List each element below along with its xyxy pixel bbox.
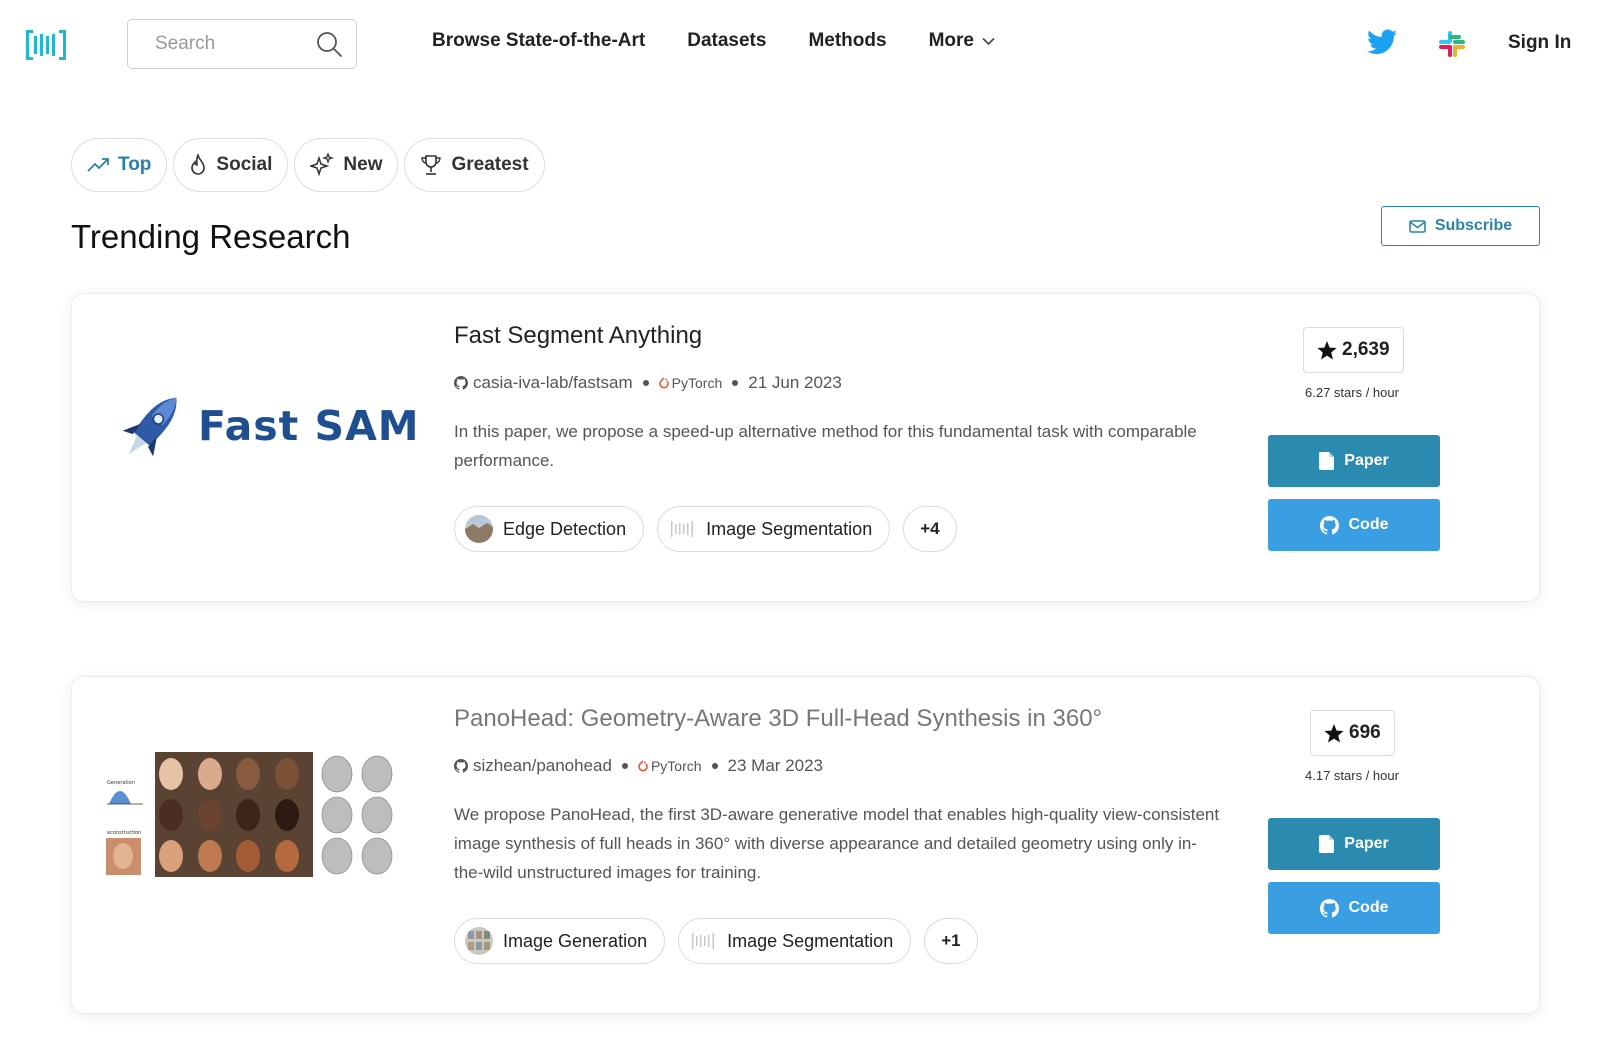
tab-greatest-label: Greatest	[451, 154, 529, 175]
task-tag-edge-detection[interactable]: Edge Detection	[454, 506, 645, 552]
task-tag-image-generation[interactable]: Image Generation	[454, 918, 666, 964]
paper-button-label: Paper	[1344, 835, 1389, 852]
task-tag-label: Image Generation	[503, 930, 648, 951]
flame-icon	[191, 154, 206, 175]
subscribe-label: Subscribe	[1434, 217, 1513, 234]
task-tags: Image Generation Image Segmentation +1	[454, 918, 991, 964]
tab-top-label: Top	[118, 154, 152, 175]
main-nav: Browse State-of-the-Art Datasets Methods…	[432, 30, 1037, 52]
nav-more[interactable]: More	[929, 30, 995, 52]
stars-rate: 6.27 stars / hour	[1305, 385, 1399, 400]
paperswithcode-logo[interactable]	[26, 28, 66, 62]
sparkle-icon	[310, 153, 335, 177]
slack-icon[interactable]	[1437, 29, 1467, 59]
nav-more-label: More	[928, 30, 974, 51]
document-icon	[1319, 835, 1335, 853]
framework-badge: PyTorch	[638, 758, 702, 774]
task-tags: Edge Detection Image Segmentation +4	[454, 506, 970, 552]
stars-count: 696	[1349, 722, 1381, 743]
star-icon	[1317, 340, 1337, 359]
tab-greatest[interactable]: Greatest	[404, 138, 545, 192]
task-tag-label: Edge Detection	[503, 518, 627, 539]
nav-methods[interactable]: Methods	[808, 30, 886, 52]
framework-label: PyTorch	[650, 758, 702, 774]
sign-in-link[interactable]: Sign In	[1508, 32, 1571, 54]
tab-top[interactable]: Top	[71, 138, 168, 192]
more-tags-button[interactable]: +4	[903, 506, 957, 552]
paper-meta: sizhean/panohead PyTorch 23 Mar 2023	[454, 756, 823, 776]
github-stars-badge[interactable]: 2,639	[1303, 327, 1404, 373]
document-icon	[1319, 452, 1335, 470]
paper-button[interactable]: Paper	[1268, 818, 1440, 870]
top-navbar: Browse State-of-the-Art Datasets Methods…	[0, 0, 1600, 88]
github-icon	[1319, 515, 1339, 535]
thumbnail-title: Fast SAM	[198, 402, 420, 450]
task-tag-label: Image Segmentation	[727, 930, 894, 951]
paper-card: Generation econstruction PanoHead: Geome…	[71, 676, 1540, 1014]
paper-title-link[interactable]: PanoHead: Geometry-Aware 3D Full-Head Sy…	[454, 705, 1102, 733]
task-tag-image-segmentation[interactable]: Image Segmentation	[657, 506, 891, 552]
trending-icon	[87, 158, 109, 172]
task-thumbnail-icon	[465, 927, 493, 955]
separator-dot	[732, 380, 739, 386]
placeholder-logo-icon	[671, 521, 694, 537]
twitter-icon[interactable]	[1367, 29, 1397, 55]
paper-abstract: We propose PanoHead, the first 3D-aware …	[454, 805, 1220, 882]
code-button-label: Code	[1348, 516, 1389, 533]
trophy-icon	[421, 155, 442, 175]
paper-thumbnail-fastsam[interactable]: Fast SAM	[110, 384, 419, 474]
pytorch-icon	[658, 377, 669, 389]
separator-dot	[711, 763, 718, 769]
paper-button[interactable]: Paper	[1268, 435, 1440, 487]
github-icon	[454, 376, 468, 390]
paper-button-label: Paper	[1344, 452, 1389, 469]
task-tag-label: Image Segmentation	[706, 518, 873, 539]
github-icon	[1319, 898, 1339, 918]
code-button[interactable]: Code	[1268, 499, 1440, 551]
separator-dot	[621, 763, 628, 769]
head-synthesis-figure: Generation econstruction	[105, 752, 393, 877]
star-icon	[1324, 723, 1344, 742]
nav-datasets[interactable]: Datasets	[687, 30, 766, 52]
github-icon	[454, 759, 468, 773]
task-tag-image-segmentation[interactable]: Image Segmentation	[678, 918, 912, 964]
chevron-down-icon	[982, 37, 995, 45]
paper-thumbnail-panohead[interactable]: Generation econstruction	[105, 752, 397, 877]
paper-title-link[interactable]: Fast Segment Anything	[454, 322, 702, 350]
search-box	[127, 19, 357, 69]
svg-text:econstruction: econstruction	[107, 830, 141, 836]
repo-link[interactable]: casia-iva-lab/fastsam	[473, 373, 633, 393]
separator-dot	[642, 380, 649, 386]
paper-abstract: In this paper, we propose a speed-up alt…	[454, 422, 1197, 470]
search-icon[interactable]	[316, 31, 343, 58]
stars-count: 2,639	[1342, 339, 1390, 360]
svg-text:Generation: Generation	[107, 780, 135, 786]
paper-meta: casia-iva-lab/fastsam PyTorch 21 Jun 202…	[454, 373, 842, 393]
tab-new-label: New	[343, 154, 383, 175]
framework-badge: PyTorch	[658, 375, 723, 391]
repo-link[interactable]: sizhean/panohead	[473, 756, 612, 776]
code-button-label: Code	[1348, 899, 1389, 916]
task-thumbnail-icon	[465, 515, 493, 543]
paper-date: 21 Jun 2023	[748, 373, 842, 392]
tab-new[interactable]: New	[294, 138, 399, 192]
framework-label: PyTorch	[671, 375, 723, 391]
paper-date: 23 Mar 2023	[727, 756, 823, 775]
search-input[interactable]	[128, 20, 308, 68]
tab-social[interactable]: Social	[173, 138, 289, 192]
pytorch-icon	[638, 760, 648, 772]
trending-filter-tabs: Top Social New Greatest	[71, 138, 551, 192]
more-tags-button[interactable]: +1	[924, 918, 978, 964]
stars-rate: 4.17 stars / hour	[1305, 768, 1399, 783]
placeholder-logo-icon	[692, 933, 715, 949]
subscribe-button[interactable]: Subscribe	[1381, 206, 1540, 246]
page-title: Trending Research	[71, 218, 351, 255]
envelope-icon	[1409, 219, 1426, 233]
github-stars-badge[interactable]: 696	[1310, 710, 1395, 756]
paper-card: Fast SAM Fast Segment Anything casia-iva…	[71, 293, 1540, 602]
code-button[interactable]: Code	[1268, 882, 1440, 934]
tab-social-label: Social	[216, 154, 273, 175]
rocket-icon	[122, 397, 177, 457]
nav-browse-sota[interactable]: Browse State-of-the-Art	[432, 30, 645, 52]
